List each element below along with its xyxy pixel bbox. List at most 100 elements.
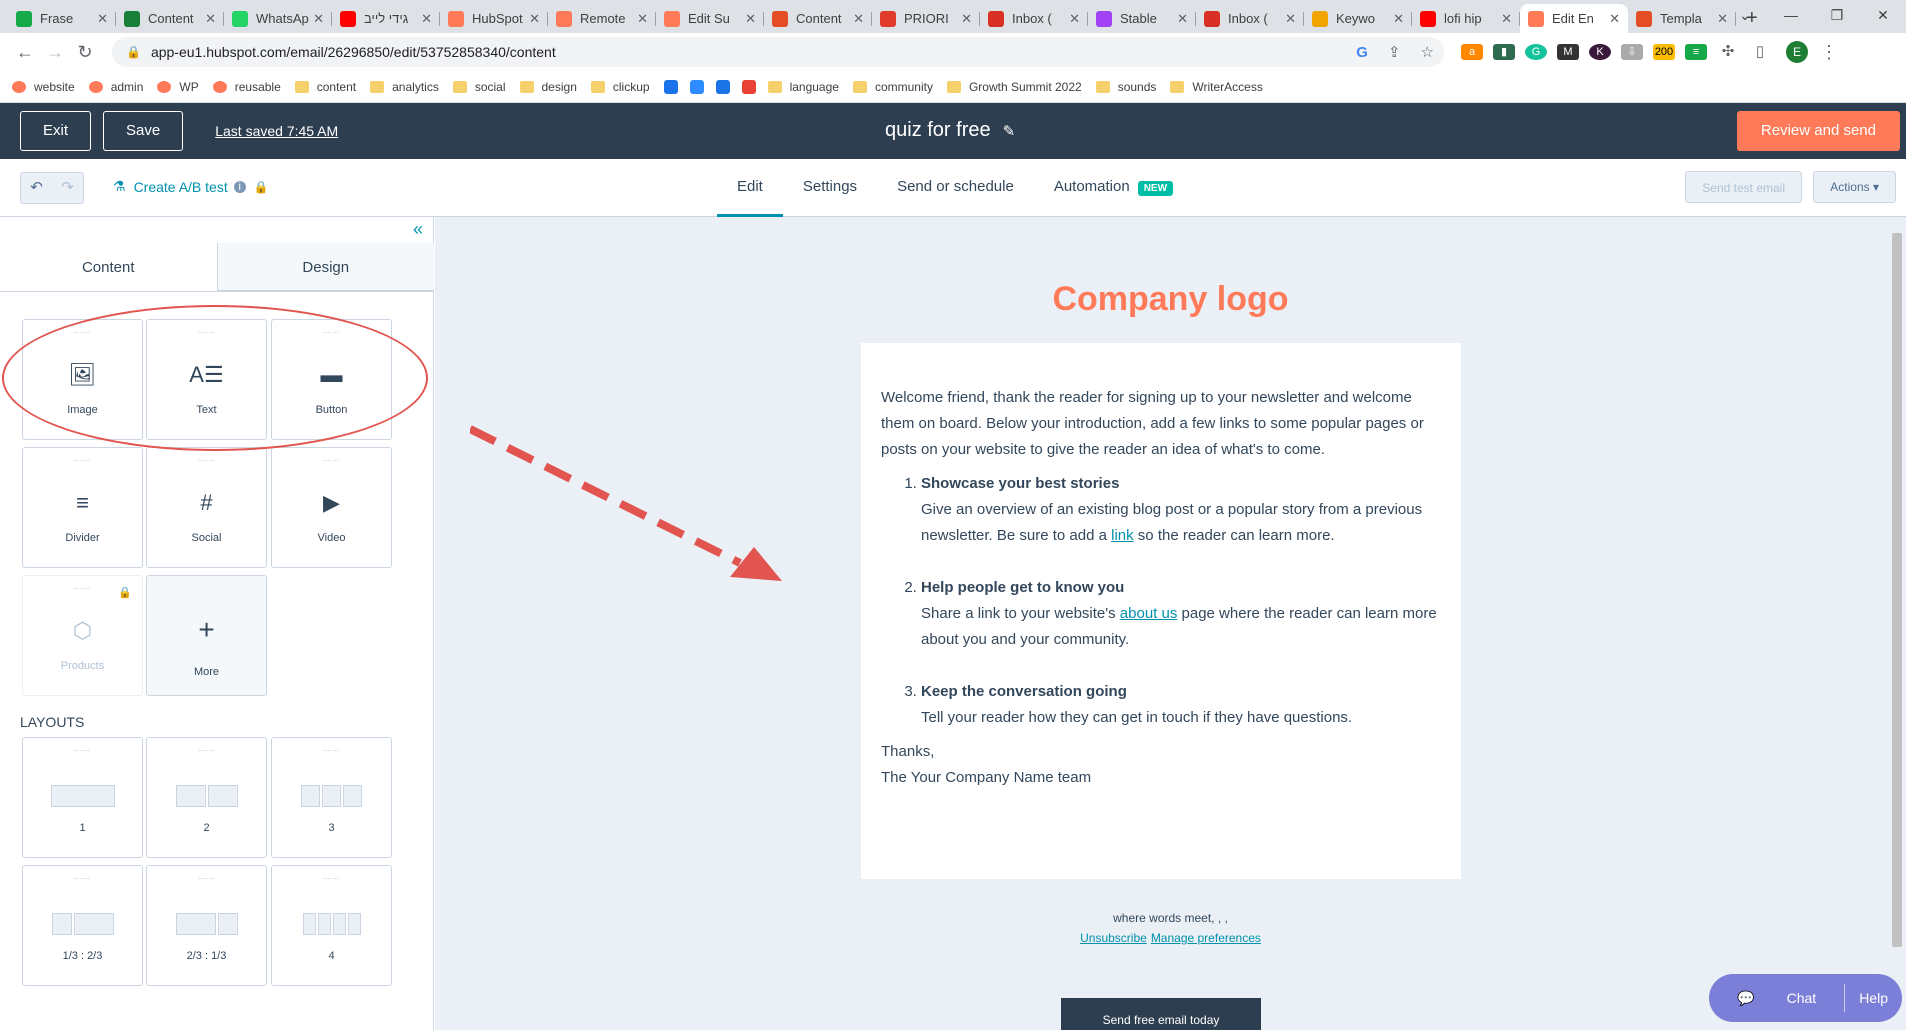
save-button[interactable]: Save	[103, 111, 184, 151]
download-extension-icon[interactable]: ⇩	[1621, 44, 1643, 60]
actions-dropdown[interactable]: Actions ▾	[1813, 171, 1896, 203]
bookmark-item[interactable]: analytics	[370, 80, 439, 94]
profile-avatar[interactable]: E	[1786, 41, 1808, 63]
close-tab-icon[interactable]: ✕	[961, 11, 972, 27]
url-input[interactable]: 🔒 app-eu1.hubspot.com/email/26296850/edi…	[112, 37, 1444, 67]
bookmark-item[interactable]: WP	[157, 80, 199, 94]
close-tab-icon[interactable]: ✕	[421, 11, 432, 27]
tab-edit[interactable]: Edit	[717, 159, 783, 217]
chart-extension-icon[interactable]: ▮	[1493, 44, 1515, 60]
forward-icon[interactable]: →	[40, 42, 70, 63]
bookmark-item[interactable]: sounds	[1095, 80, 1156, 94]
drag-handle-icon[interactable]: ⋯⋯	[272, 874, 391, 883]
chat-widget[interactable]: 💬 Chat Help	[1709, 974, 1902, 1022]
bookmark-item[interactable]: reusable	[212, 80, 281, 94]
cta-button[interactable]: Send free email today	[1061, 998, 1261, 1030]
module-more[interactable]: + More	[146, 575, 267, 696]
grammarly-extension-icon[interactable]: G	[1525, 44, 1547, 60]
bookmark-item[interactable]: admin	[88, 80, 143, 94]
bookmark-item[interactable]: social	[452, 80, 506, 94]
drag-handle-icon[interactable]: ⋯⋯	[23, 328, 142, 337]
close-tab-icon[interactable]: ✕	[1069, 11, 1080, 27]
bookmark-app-icon[interactable]	[715, 79, 730, 94]
browser-tab[interactable]: Edit En ✕	[1520, 4, 1628, 33]
browser-tab[interactable]: HubSpot ✕	[440, 4, 548, 33]
bookmark-app-icon[interactable]	[741, 79, 756, 94]
close-tab-icon[interactable]: ✕	[637, 11, 648, 27]
close-tab-icon[interactable]: ✕	[1609, 11, 1620, 27]
browser-tab[interactable]: Content ✕	[116, 4, 224, 33]
about-us-link[interactable]: about us	[1120, 605, 1178, 622]
ahrefs-extension-icon[interactable]: a	[1461, 44, 1483, 60]
chat-button[interactable]: 💬 Chat	[1709, 974, 1844, 1022]
module-text[interactable]: ⋯⋯ A☰ Text	[146, 319, 267, 440]
manage-preferences-link[interactable]: Manage preferences	[1151, 931, 1261, 945]
bookmark-item[interactable]: WriterAccess	[1170, 80, 1263, 94]
layout-4[interactable]: ⋯⋯ 4	[271, 865, 392, 986]
tab-automation[interactable]: Automation NEW	[1034, 159, 1193, 217]
module-button[interactable]: ⋯⋯ ▬ Button	[271, 319, 392, 440]
exit-button[interactable]: Exit	[20, 111, 92, 151]
tab-content[interactable]: Content	[0, 243, 218, 291]
close-tab-icon[interactable]: ✕	[745, 11, 756, 27]
layout-3[interactable]: ⋯⋯ 3	[271, 737, 392, 858]
drag-handle-icon[interactable]: ⋯⋯	[272, 456, 391, 465]
bookmark-app-icon[interactable]	[663, 79, 678, 94]
review-and-send-button[interactable]: Review and send	[1736, 111, 1900, 151]
drag-handle-icon[interactable]: ⋯⋯	[23, 874, 142, 883]
close-tab-icon[interactable]: ✕	[1177, 11, 1188, 27]
browser-tab[interactable]: Keywo ✕	[1304, 4, 1412, 33]
drag-handle-icon[interactable]: ⋯⋯	[23, 746, 142, 755]
tab-design[interactable]: Design	[217, 243, 434, 291]
pencil-icon[interactable]: ✎	[1003, 123, 1016, 140]
module-divider[interactable]: ⋯⋯ ≡ Divider	[22, 447, 143, 568]
browser-tab[interactable]: Stable ✕	[1088, 4, 1196, 33]
close-window-button[interactable]: ✕	[1860, 0, 1906, 32]
email-name[interactable]: quiz for free ✎	[885, 119, 1015, 142]
layout-1[interactable]: ⋯⋯ 1	[22, 737, 143, 858]
bookmark-item[interactable]: Growth Summit 2022	[946, 80, 1082, 94]
drag-handle-icon[interactable]: ⋯⋯	[272, 746, 391, 755]
menu-icon[interactable]: ⋮	[1814, 42, 1844, 63]
bookmark-item[interactable]: website	[12, 80, 75, 94]
close-tab-icon[interactable]: ✕	[529, 11, 540, 27]
google-icon[interactable]: G	[1356, 44, 1368, 61]
star-icon[interactable]: ☆	[1421, 43, 1434, 61]
unsubscribe-link[interactable]: Unsubscribe	[1080, 931, 1147, 945]
layout-2[interactable]: ⋯⋯ 2	[146, 737, 267, 858]
bookmark-item[interactable]: design	[519, 80, 577, 94]
bookmark-item[interactable]: content	[294, 80, 356, 94]
browser-tab[interactable]: Inbox (✕	[980, 4, 1088, 33]
share-icon[interactable]: ⇪	[1388, 43, 1401, 61]
info-icon[interactable]: i	[233, 180, 246, 193]
browser-tab[interactable]: Content ✕	[764, 4, 872, 33]
module-image[interactable]: ⋯⋯ 🖼 Image	[22, 319, 143, 440]
browser-tab[interactable]: גידי לייב ✕	[332, 4, 440, 33]
close-tab-icon[interactable]: ✕	[853, 11, 864, 27]
puzzle-icon[interactable]: ✣	[1717, 44, 1739, 60]
browser-tab[interactable]: lofi hip ✕	[1412, 4, 1520, 33]
close-tab-icon[interactable]: ✕	[1393, 11, 1404, 27]
browser-tab[interactable]: Remote ✕	[548, 4, 656, 33]
module-products[interactable]: ⋯⋯ 🔒 ⬡ Products	[22, 575, 143, 696]
browser-tab[interactable]: WhatsApp ✕	[224, 4, 332, 33]
tab-search-icon[interactable]: ⌄	[1722, 0, 1768, 32]
drag-handle-icon[interactable]: ⋯⋯	[23, 456, 142, 465]
drag-handle-icon[interactable]: ⋯⋯	[147, 746, 266, 755]
browser-tab[interactable]: Templa ✕	[1628, 4, 1736, 33]
browser-tab[interactable]: PRIORI ✕	[872, 4, 980, 33]
redo-icon[interactable]: ↷	[52, 173, 83, 203]
m-extension-icon[interactable]: M	[1557, 44, 1579, 60]
k-extension-icon[interactable]: K	[1589, 44, 1611, 60]
layout-2-3-1-3[interactable]: ⋯⋯ 2/3 : 1/3	[146, 865, 267, 986]
close-tab-icon[interactable]: ✕	[97, 11, 108, 27]
browser-tab[interactable]: Frase ✕	[8, 4, 116, 33]
link-link[interactable]: link	[1111, 527, 1134, 544]
browser-tab[interactable]: Edit Su ✕	[656, 4, 764, 33]
browser-tab[interactable]: Inbox (✕	[1196, 4, 1304, 33]
last-saved-link[interactable]: Last saved 7:45 AM	[215, 123, 338, 139]
undo-icon[interactable]: ↶	[21, 173, 52, 203]
drag-handle-icon[interactable]: ⋯⋯	[147, 328, 266, 337]
bookmark-item[interactable]: community	[852, 80, 933, 94]
drag-handle-icon[interactable]: ⋯⋯	[147, 874, 266, 883]
